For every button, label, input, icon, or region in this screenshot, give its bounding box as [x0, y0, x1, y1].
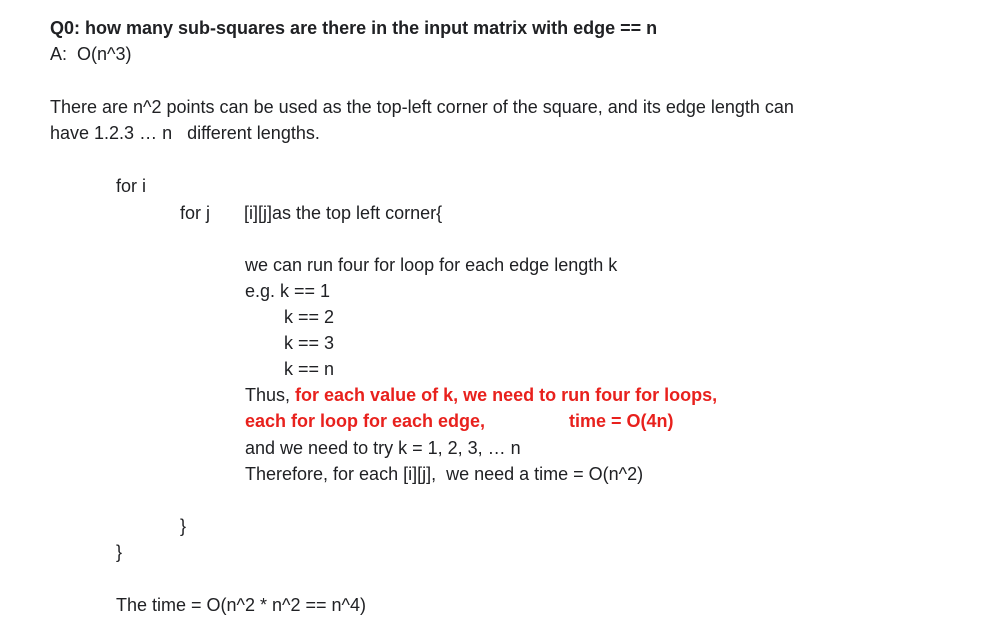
inner-closing-brace: } — [180, 516, 187, 536]
time-4n-highlight: time = O(4n) — [569, 411, 674, 431]
corner-statement: [i][j]as the top left corner{ — [244, 203, 443, 223]
example-kn: k == n — [284, 359, 335, 379]
therefore-line: Therefore, for each [i][j], we need a ti… — [245, 464, 644, 484]
loop-description: we can run four for loop for each edge l… — [245, 255, 618, 275]
thus-prefix: Thus, — [245, 385, 291, 405]
example-k3: k == 3 — [284, 333, 335, 353]
for-i-label: for i — [116, 176, 147, 196]
try-k-line: and we need to try k = 1, 2, 3, … n — [245, 438, 521, 458]
total-time-line: The time = O(n^2 * n^2 == n^4) — [116, 595, 366, 615]
thus-line: Thus, for each value of k, we need to ru… — [245, 384, 717, 406]
outer-closing-brace: } — [116, 542, 123, 562]
each-edge-highlight: each for loop for each edge, — [245, 411, 486, 431]
example-k1: e.g. k == 1 — [245, 281, 331, 301]
explanation-line-2: have 1.2.3 … n different lengths. — [50, 123, 320, 143]
answer-text: A: O(n^3) — [50, 44, 132, 64]
explanation-line-1: There are n^2 points can be used as the … — [50, 97, 794, 117]
example-k2: k == 2 — [284, 307, 335, 327]
question-title: Q0: how many sub-squares are there in th… — [50, 18, 658, 38]
for-j-label: for j — [180, 203, 211, 223]
thus-highlight: for each value of k, we need to run four… — [290, 385, 718, 405]
